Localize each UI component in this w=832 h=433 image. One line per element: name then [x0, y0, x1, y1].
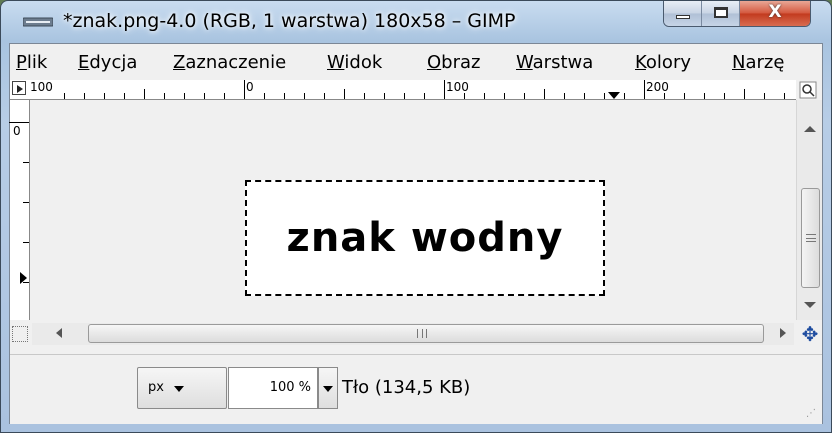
grip-icon: [806, 234, 816, 242]
menu-warstwa[interactable]: Warstwa: [516, 52, 593, 73]
close-button[interactable]: X: [740, 1, 810, 26]
image-window-client: Plik Edycja Zaznaczenie Widok Obraz Wars…: [9, 43, 823, 424]
horizontal-ruler[interactable]: 100 0 100 200: [10, 80, 796, 100]
image-canvas[interactable]: znak wodny: [245, 180, 605, 296]
maximize-icon: [714, 7, 728, 18]
ruler-tick: [424, 93, 425, 99]
ruler-tick: [244, 80, 245, 99]
zoom-dropdown-button[interactable]: [318, 367, 338, 409]
ruler-tick: [664, 93, 665, 99]
ruler-pointer-icon: [20, 272, 27, 284]
zoom-field[interactable]: 100 %: [228, 367, 318, 409]
ruler-tick: [724, 93, 725, 99]
ruler-tick: [144, 89, 145, 99]
menu-widok[interactable]: Widok: [327, 52, 382, 73]
menu-plik[interactable]: Plik: [16, 52, 47, 73]
ruler-tick: [624, 93, 625, 99]
menu-kolory[interactable]: Kolory: [635, 52, 691, 73]
ruler-tick: [324, 93, 325, 99]
unit-value: px: [148, 380, 164, 395]
status-bar: px 100 % Tło (134,5 KB) ⋰: [10, 354, 822, 424]
menu-arrow-icon[interactable]: [12, 81, 26, 95]
menu-zaznaczenie[interactable]: Zaznaczenie: [173, 52, 286, 73]
status-info: Tło (134,5 KB): [342, 377, 471, 398]
menu-narzedzia[interactable]: Narzę: [732, 52, 784, 73]
scroll-right-icon[interactable]: [780, 328, 786, 338]
minimize-icon: [676, 15, 690, 19]
scroll-left-icon[interactable]: [56, 328, 62, 338]
menu-obraz[interactable]: Obraz: [427, 52, 480, 73]
horizontal-scroll-row: ✥: [10, 320, 822, 350]
ruler-tick: [84, 93, 85, 99]
ruler-tick: [23, 242, 29, 243]
ruler-tick: [484, 93, 485, 99]
ruler-tick: [744, 89, 745, 99]
ruler-tick: [384, 93, 385, 99]
navigate-icon[interactable]: ✥: [800, 324, 820, 344]
ruler-tick: [224, 93, 225, 99]
zoom-toggle-icon[interactable]: [798, 80, 820, 100]
horizontal-scrollbar[interactable]: [32, 323, 794, 345]
ruler-tick: [564, 93, 565, 99]
ruler-tick: [344, 89, 345, 99]
ruler-tick: [104, 93, 105, 99]
scroll-up-icon[interactable]: [804, 126, 816, 132]
horizontal-scroll-thumb[interactable]: [88, 324, 764, 343]
ruler-tick: [164, 93, 165, 99]
resize-grip-icon[interactable]: ⋰: [806, 408, 818, 420]
ruler-tick: [204, 93, 205, 99]
gimp-window-icon[interactable]: [23, 16, 53, 28]
ruler-tick: [524, 93, 525, 99]
ruler-tick: [9, 122, 29, 123]
ruler-tick: [464, 93, 465, 99]
menu-edycja[interactable]: Edycja: [78, 52, 137, 73]
vertical-scrollbar[interactable]: [796, 100, 822, 320]
ruler-label: 100: [446, 80, 469, 94]
ruler-tick: [23, 202, 29, 203]
ruler-tick: [264, 93, 265, 99]
caption-buttons: X: [663, 1, 811, 27]
chevron-down-icon: [174, 386, 184, 392]
ruler-label: 0: [246, 80, 254, 94]
ruler-tick: [184, 93, 185, 99]
ruler-tick: [764, 93, 765, 99]
ruler-tick: [604, 93, 605, 99]
maximize-button[interactable]: [702, 1, 740, 26]
ruler-tick: [64, 93, 65, 99]
ruler-tick: [23, 162, 29, 163]
ruler-tick: [284, 93, 285, 99]
scroll-down-icon[interactable]: [804, 302, 816, 308]
image-text: znak wodny: [286, 215, 564, 261]
ruler-label: 100: [30, 80, 53, 94]
ruler-tick: [584, 93, 585, 99]
minimize-button[interactable]: [664, 1, 702, 26]
ruler-label: 200: [646, 80, 669, 94]
ruler-tick: [124, 93, 125, 99]
canvas-area[interactable]: znak wodny: [31, 101, 795, 320]
ruler-tick: [684, 93, 685, 99]
ruler-tick: [544, 89, 545, 99]
ruler-label: 0: [13, 124, 21, 138]
ruler-tick: [644, 80, 645, 99]
grip-icon: [417, 329, 427, 338]
window-title: *znak.png-4.0 (RGB, 1 warstwa) 180x58 – …: [63, 10, 516, 32]
ruler-tick: [784, 93, 785, 99]
unit-selector[interactable]: px: [137, 367, 227, 409]
gimp-window: *znak.png-4.0 (RGB, 1 warstwa) 180x58 – …: [0, 0, 832, 433]
ruler-tick: [404, 93, 405, 99]
menu-bar: Plik Edycja Zaznaczenie Widok Obraz Wars…: [10, 44, 822, 80]
vertical-scroll-thumb[interactable]: [801, 188, 820, 288]
ruler-tick: [504, 93, 505, 99]
ruler-tick: [704, 93, 705, 99]
ruler-tick: [364, 93, 365, 99]
ruler-pointer-icon: [608, 92, 620, 99]
title-bar[interactable]: *znak.png-4.0 (RGB, 1 warstwa) 180x58 – …: [1, 1, 831, 43]
vertical-ruler[interactable]: 0: [9, 100, 30, 320]
ruler-tick: [304, 93, 305, 99]
ruler-tick: [444, 80, 445, 99]
close-icon: X: [768, 2, 782, 22]
quick-mask-icon[interactable]: [12, 326, 28, 342]
